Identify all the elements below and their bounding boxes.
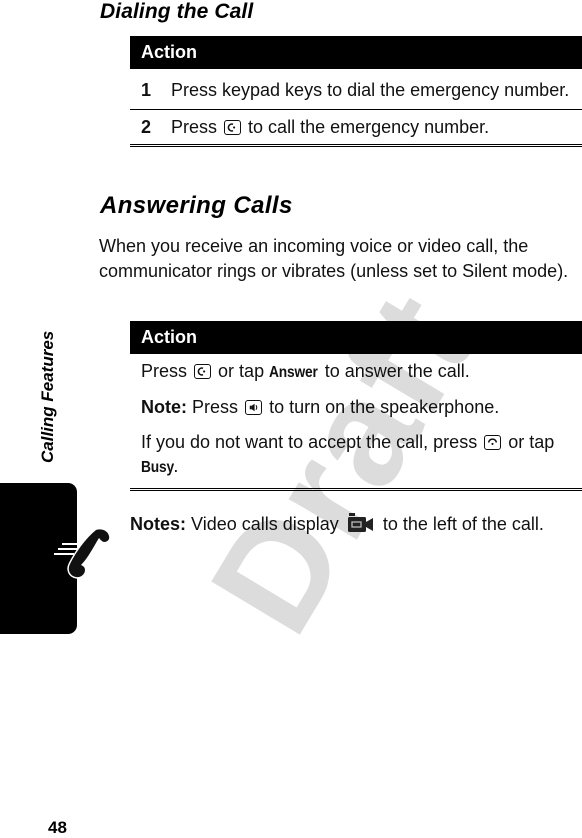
step-text: Press keypad keys to dial the emergency … (171, 80, 570, 100)
text-segment: to call the emergency number. (248, 117, 490, 137)
table-row: Note: Press to turn on the speakerphone. (130, 390, 582, 424)
phone-handset-icon (54, 527, 111, 579)
text-segment: . (173, 456, 179, 476)
answering-action-table: Action Press or tap Answer to answer the… (130, 321, 582, 491)
note-label: Note: (141, 397, 187, 417)
table-header: Action (130, 321, 582, 354)
table-end-rule (130, 488, 582, 491)
text-segment: Press (192, 397, 239, 417)
manual-page: Calling Features Dialing the Call Action… (0, 0, 582, 838)
video-camera-icon (347, 513, 373, 532)
step-text: Press or tap Answer to answer the call. (130, 359, 582, 385)
text-segment: or tap (508, 432, 555, 452)
text-segment: to the left of the call. (382, 514, 544, 534)
section-title-answering: Answering Calls (100, 192, 293, 219)
speaker-key-icon (245, 400, 263, 415)
text-segment: Video calls display (191, 514, 339, 534)
step-text: Press to call the emergency number. (130, 115, 582, 139)
dialing-action-table: Action 1 Press keypad keys to dial the e… (130, 36, 582, 147)
busy-softkey-label: Busy (141, 459, 174, 476)
section-title-dialing: Dialing the Call (100, 0, 254, 23)
table-end-rule (130, 144, 582, 147)
table-row: 2 Press to call the emergency number. (130, 110, 582, 144)
text-segment: If you do not want to accept the call, p… (141, 432, 478, 452)
intro-paragraph: When you receive an incoming voice or vi… (99, 236, 569, 281)
text-segment: Press (171, 117, 218, 137)
table-row: If you do not want to accept the call, p… (130, 424, 582, 488)
table-row: Press or tap Answer to answer the call. (130, 354, 582, 390)
answer-softkey-label: Answer (269, 364, 318, 381)
table-header: Action (130, 36, 582, 69)
step-number: 2 (141, 117, 152, 137)
step-text: Note: Press to turn on the speakerphone. (130, 395, 582, 419)
text-segment: or tap (218, 361, 265, 381)
table-row: 1 Press keypad keys to dial the emergenc… (130, 69, 582, 110)
notes-label: Notes: (130, 514, 187, 534)
chapter-label: Calling Features (38, 330, 57, 463)
page-number: 48 (48, 818, 67, 837)
step-number: 1 (141, 80, 152, 100)
end-key-icon (484, 435, 502, 450)
send-key-icon (194, 364, 212, 379)
send-key-icon (224, 120, 242, 135)
text-segment: to turn on the speakerphone. (269, 397, 500, 417)
text-segment: to answer the call. (324, 361, 470, 381)
step-text: If you do not want to accept the call, p… (130, 430, 582, 480)
video-call-note: Notes: Video calls display to the left o… (130, 512, 544, 536)
text-segment: Press (141, 361, 188, 381)
